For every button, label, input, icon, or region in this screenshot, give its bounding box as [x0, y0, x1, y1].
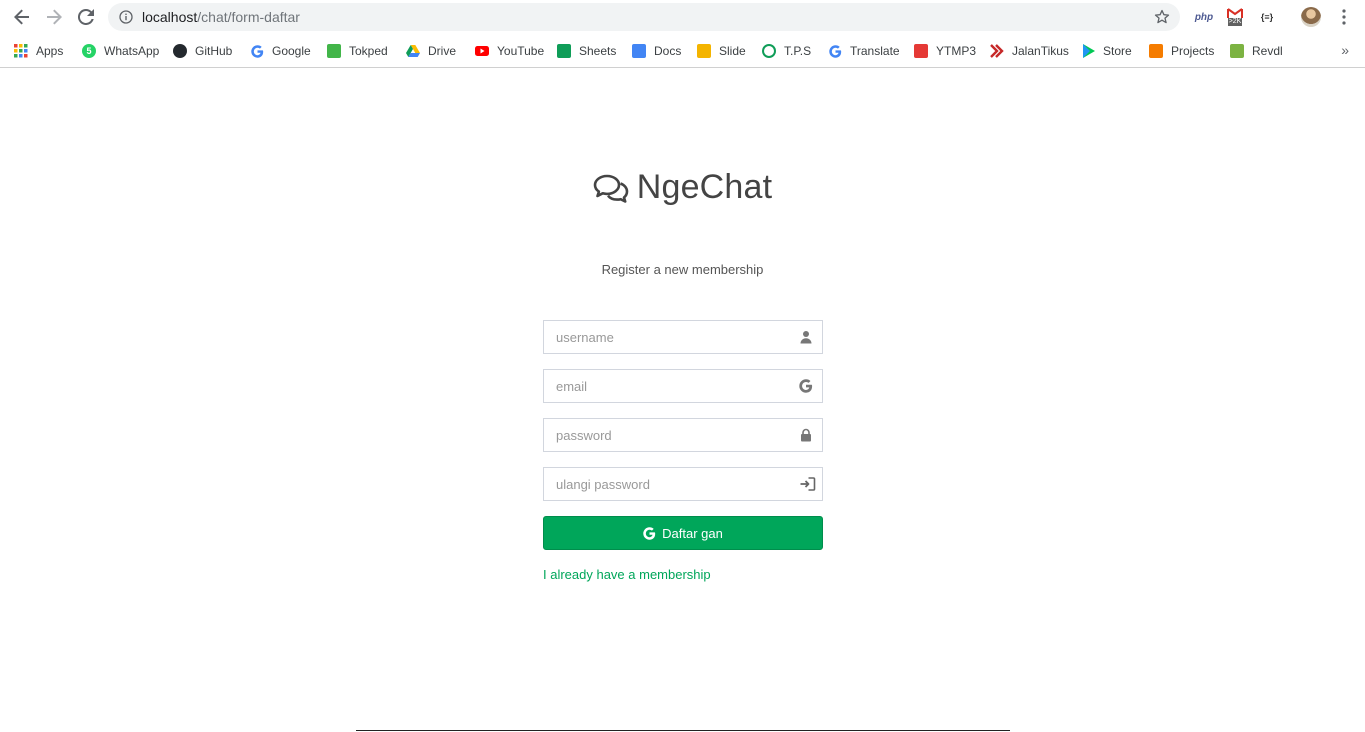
bookmark-projects[interactable]: Projects: [1149, 42, 1214, 60]
username-input[interactable]: [544, 321, 822, 353]
bookmark-slide[interactable]: Slide: [697, 42, 746, 60]
bookmarks-bar: Apps 5 WhatsApp GitHub Google Tokped Drive YouT…: [0, 34, 1365, 68]
user-icon: [800, 331, 812, 344]
back-button[interactable]: [11, 6, 33, 28]
url-host: localhost: [142, 9, 198, 25]
google-icon: [250, 44, 264, 58]
bookmark-label: Store: [1103, 44, 1132, 58]
jalantikus-icon: [990, 44, 1004, 58]
bookmark-star-icon[interactable]: [1154, 9, 1170, 25]
url-text[interactable]: localhost/chat/form-daftar: [142, 9, 300, 25]
password-field: [543, 418, 823, 452]
bookmark-whatsapp[interactable]: 5 WhatsApp: [82, 42, 159, 60]
bookmarks-overflow-chevron-icon[interactable]: »: [1341, 42, 1349, 58]
bookmark-github[interactable]: GitHub: [173, 42, 232, 60]
php-extension-icon[interactable]: php: [1193, 8, 1215, 26]
json-extension-icon[interactable]: {≡}: [1256, 8, 1278, 26]
arrow-right-icon: [47, 9, 62, 25]
php-extension-label: php: [1194, 11, 1214, 23]
bookmark-label: T.P.S: [784, 44, 812, 58]
bookmark-sheets[interactable]: Sheets: [557, 42, 616, 60]
bookmark-drive[interactable]: Drive: [406, 42, 456, 60]
bookmark-apps[interactable]: Apps: [14, 42, 63, 60]
arrow-left-icon: [14, 9, 29, 25]
login-link[interactable]: I already have a membership: [543, 567, 711, 582]
google-icon: [643, 526, 656, 540]
comments-icon: [593, 174, 629, 203]
browser-toolbar: localhost/chat/form-daftar php >2K {≡}: [0, 0, 1365, 34]
brand-name: NgeChat: [636, 168, 773, 206]
email-field: [543, 369, 823, 403]
bookmark-label: Slide: [719, 44, 746, 58]
docs-icon: [632, 44, 646, 58]
info-icon: [119, 10, 133, 24]
projects-icon: [1149, 44, 1163, 58]
bookmark-label: Apps: [36, 44, 64, 58]
brand-logo: NgeChat: [0, 168, 1365, 208]
username-field: [543, 320, 823, 354]
bookmark-t-p-s[interactable]: T.P.S: [762, 42, 811, 60]
bookmark-label: YTMP3: [936, 44, 977, 58]
slides-icon: [697, 44, 711, 58]
bookmark-translate[interactable]: Translate: [828, 42, 900, 60]
bookmark-label: Translate: [850, 44, 900, 58]
bookmark-label: Sheets: [579, 44, 617, 58]
tokopedia-icon: [327, 44, 341, 58]
bookmark-label: WhatsApp: [104, 44, 160, 58]
profile-avatar[interactable]: [1301, 7, 1321, 27]
github-icon: [173, 44, 187, 58]
youtube-icon: [475, 44, 489, 58]
register-button-label: Daftar gan: [662, 525, 723, 541]
url-path: /chat/form-daftar: [197, 9, 300, 25]
sheets-icon: [557, 44, 571, 58]
repeat-password-input[interactable]: [544, 468, 822, 500]
gmail-icon: [1227, 8, 1243, 18]
bookmark-revdl[interactable]: Revdl: [1230, 42, 1283, 60]
bookmark-store[interactable]: Store: [1081, 42, 1132, 60]
download-icon: [914, 44, 928, 58]
google-icon: [799, 379, 813, 393]
google-icon: [828, 44, 842, 58]
bookmark-label: Tokped: [349, 44, 388, 58]
sign-in-icon: [800, 477, 816, 491]
reload-icon: [78, 9, 94, 25]
more-vert-icon[interactable]: [1337, 8, 1351, 26]
bookmark-label: GitHub: [195, 44, 233, 58]
lock-icon: [801, 428, 811, 442]
bookmark-jalantikus[interactable]: JalanTikus: [990, 42, 1069, 60]
drive-icon: [406, 44, 420, 58]
email-input[interactable]: [544, 370, 822, 402]
password-input[interactable]: [544, 419, 822, 451]
bookmark-label: YouTube: [497, 44, 545, 58]
reload-button[interactable]: [75, 6, 97, 28]
repeat-password-field: [543, 467, 823, 501]
form-subtitle: Register a new membership: [601, 262, 764, 277]
bookmark-label: Revdl: [1252, 44, 1283, 58]
revdl-icon: [1230, 44, 1244, 58]
bookmark-ytmp3[interactable]: YTMP3: [914, 42, 976, 60]
bookmark-google[interactable]: Google: [250, 42, 311, 60]
bookmark-label: Docs: [654, 44, 682, 58]
forward-button[interactable]: [43, 6, 65, 28]
apps-grid-icon: [14, 44, 28, 58]
bookmark-label: Google: [272, 44, 311, 58]
bookmark-youtube[interactable]: YouTube: [475, 42, 544, 60]
address-bar[interactable]: localhost/chat/form-daftar: [108, 3, 1180, 31]
bookmark-label: JalanTikus: [1012, 44, 1069, 58]
play-store-icon: [1081, 44, 1095, 58]
gmail-badge: >2K: [1227, 18, 1243, 26]
bookmark-label: Projects: [1171, 44, 1215, 58]
bookmark-tokped[interactable]: Tokped: [327, 42, 388, 60]
json-extension-label: {≡}: [1260, 12, 1274, 22]
register-button[interactable]: Daftar gan: [543, 516, 823, 550]
divider: [356, 730, 1010, 731]
bookmark-docs[interactable]: Docs: [632, 42, 681, 60]
gmail-extension-icon[interactable]: >2K: [1224, 8, 1246, 26]
tps-icon: [762, 44, 776, 58]
whatsapp-icon: 5: [82, 44, 96, 58]
bookmark-label: Drive: [428, 44, 457, 58]
